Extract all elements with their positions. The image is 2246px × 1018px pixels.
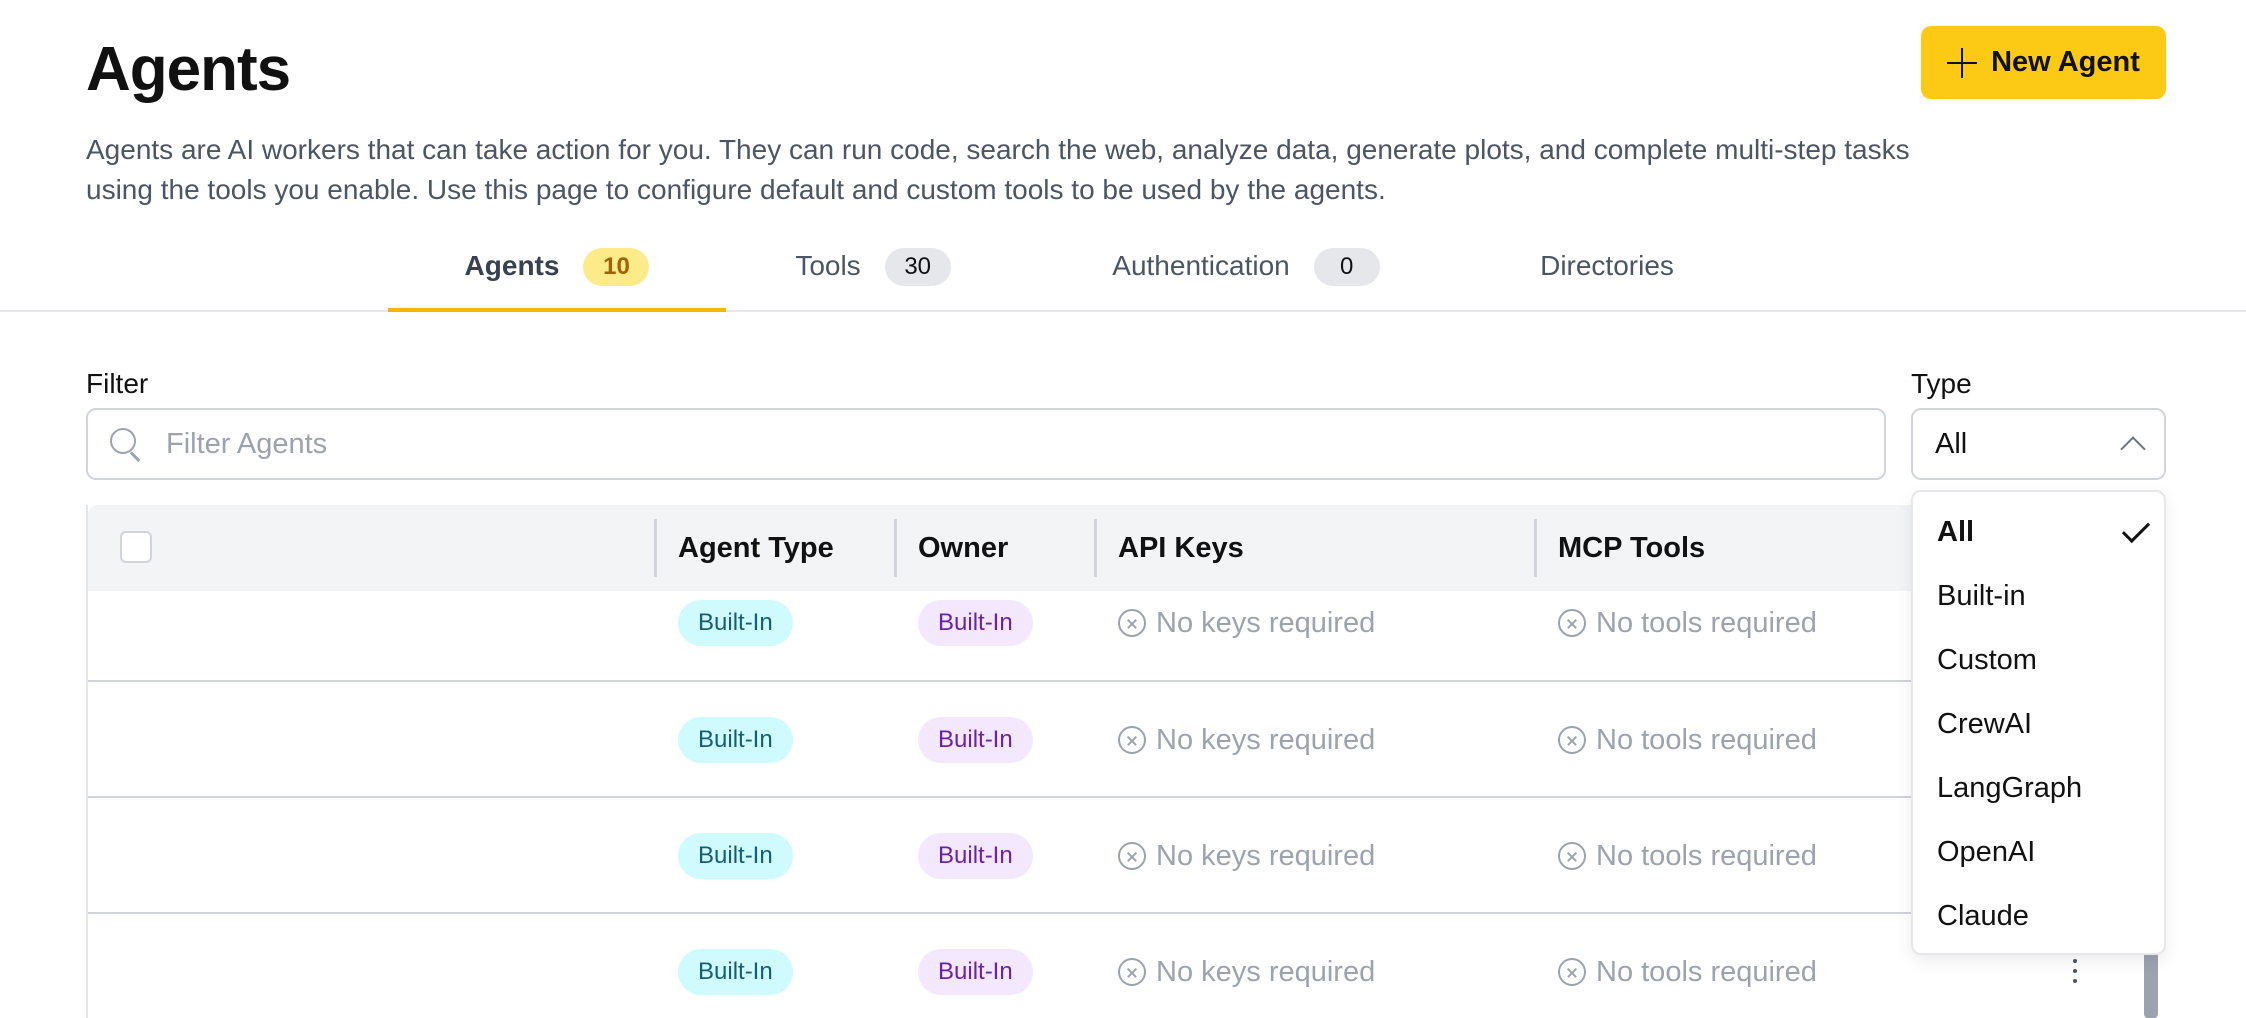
column-header-agent-type[interactable]: Agent Type bbox=[678, 505, 834, 591]
type-select[interactable]: All bbox=[1911, 408, 2166, 480]
type-option-all[interactable]: All bbox=[1937, 508, 2151, 556]
type-select-value: All bbox=[1935, 427, 1968, 460]
tab-agents-count: 10 bbox=[583, 248, 650, 286]
column-resize-handle[interactable] bbox=[1094, 519, 1097, 577]
owner-badge: Built-In bbox=[918, 949, 1033, 995]
type-option-custom[interactable]: Custom bbox=[1937, 636, 2147, 684]
tab-agents[interactable]: Agents 10 bbox=[388, 240, 726, 312]
type-option-label: LangGraph bbox=[1937, 771, 2083, 804]
plus-icon bbox=[1947, 47, 1978, 78]
x-circle-icon bbox=[1118, 842, 1146, 870]
column-header-api-keys[interactable]: API Keys bbox=[1118, 505, 1244, 591]
type-option-label: Custom bbox=[1937, 643, 2037, 676]
column-header-mcp-tools[interactable]: MCP Tools bbox=[1558, 505, 1705, 591]
filter-label: Filter bbox=[86, 368, 149, 399]
row-menu-icon[interactable] bbox=[2073, 959, 2079, 985]
mcp-tools-cell: No tools required bbox=[1558, 949, 1817, 995]
page-description: Agents are AI workers that can take acti… bbox=[86, 134, 1910, 205]
filter-input[interactable] bbox=[166, 427, 1766, 461]
agent-type-badge: Built-In bbox=[678, 949, 793, 995]
x-circle-icon bbox=[1558, 842, 1586, 870]
type-option-openai[interactable]: OpenAI bbox=[1937, 828, 2147, 876]
column-resize-handle[interactable] bbox=[654, 519, 657, 577]
select-all-checkbox[interactable] bbox=[120, 531, 152, 563]
tab-authentication-label: Authentication bbox=[1112, 250, 1290, 281]
tab-tools-count: 30 bbox=[884, 248, 951, 286]
new-agent-button[interactable]: New Agent bbox=[1921, 26, 2166, 99]
table-row[interactable]: Built-In Built-In No keys required No to… bbox=[88, 591, 2166, 682]
tab-directories-label: Directories bbox=[1540, 250, 1674, 281]
tab-directories[interactable]: Directories bbox=[1533, 240, 1681, 312]
api-keys-text: No keys required bbox=[1156, 955, 1376, 988]
table-row[interactable]: Built-In Built-In No keys required No to… bbox=[88, 914, 2166, 1018]
type-dropdown-menu: All Built-in Custom CrewAI LangGraph Ope… bbox=[1911, 490, 2166, 955]
mcp-tools-text: No tools required bbox=[1596, 723, 1817, 756]
owner-badge: Built-In bbox=[918, 717, 1033, 763]
check-icon bbox=[2121, 514, 2151, 544]
type-option-langgraph[interactable]: LangGraph bbox=[1937, 764, 2147, 812]
table-scrollbar[interactable] bbox=[2144, 945, 2158, 1018]
chevron-up-icon bbox=[2120, 436, 2146, 462]
type-label: Type bbox=[1911, 368, 1972, 399]
agent-type-badge: Built-In bbox=[678, 600, 793, 646]
api-keys-cell: No keys required bbox=[1118, 717, 1375, 763]
table-row[interactable]: Built-In Built-In No keys required No to… bbox=[88, 682, 2166, 798]
x-circle-icon bbox=[1118, 726, 1146, 754]
agents-table: Agent Type Owner API Keys MCP Tools Buil… bbox=[86, 505, 2166, 1018]
column-resize-handle[interactable] bbox=[1534, 519, 1537, 577]
x-circle-icon bbox=[1118, 958, 1146, 986]
api-keys-text: No keys required bbox=[1156, 839, 1376, 872]
tab-bar: Agents 10 Tools 30 Authentication 0 Dire… bbox=[0, 240, 2246, 312]
column-resize-handle[interactable] bbox=[894, 519, 897, 577]
mcp-tools-cell: No tools required bbox=[1558, 600, 1817, 646]
api-keys-cell: No keys required bbox=[1118, 949, 1375, 995]
tab-authentication[interactable]: Authentication 0 bbox=[1106, 240, 1386, 312]
agent-type-badge: Built-In bbox=[678, 833, 793, 879]
type-option-claude[interactable]: Claude bbox=[1937, 892, 2147, 940]
mcp-tools-text: No tools required bbox=[1596, 606, 1817, 639]
owner-badge: Built-In bbox=[918, 833, 1033, 879]
mcp-tools-cell: No tools required bbox=[1558, 717, 1817, 763]
mcp-tools-cell: No tools required bbox=[1558, 833, 1817, 879]
tab-agents-label: Agents bbox=[464, 250, 560, 281]
x-circle-icon bbox=[1118, 609, 1146, 637]
type-option-label: OpenAI bbox=[1937, 835, 2036, 868]
type-option-label: Built-in bbox=[1937, 579, 2026, 612]
tab-tools-label: Tools bbox=[795, 250, 861, 281]
mcp-tools-text: No tools required bbox=[1596, 955, 1817, 988]
new-agent-label: New Agent bbox=[1991, 46, 2140, 78]
x-circle-icon bbox=[1558, 958, 1586, 986]
x-circle-icon bbox=[1558, 726, 1586, 754]
api-keys-text: No keys required bbox=[1156, 606, 1376, 639]
x-circle-icon bbox=[1558, 609, 1586, 637]
api-keys-text: No keys required bbox=[1156, 723, 1376, 756]
mcp-tools-text: No tools required bbox=[1596, 839, 1817, 872]
table-row[interactable]: Built-In Built-In No keys required No to… bbox=[88, 798, 2166, 914]
tab-tools[interactable]: Tools 30 bbox=[788, 240, 958, 312]
type-option-label: CrewAI bbox=[1937, 707, 2033, 740]
table-header: Agent Type Owner API Keys MCP Tools bbox=[88, 505, 2166, 591]
type-option-crewai[interactable]: CrewAI bbox=[1937, 700, 2147, 748]
search-icon bbox=[108, 426, 144, 462]
type-option-label: Claude bbox=[1937, 899, 2029, 932]
filter-field bbox=[86, 408, 1886, 480]
api-keys-cell: No keys required bbox=[1118, 833, 1375, 879]
agent-type-badge: Built-In bbox=[678, 717, 793, 763]
type-option-built-in[interactable]: Built-in bbox=[1937, 572, 2147, 620]
column-header-owner[interactable]: Owner bbox=[918, 505, 1008, 591]
tab-authentication-count: 0 bbox=[1313, 248, 1380, 286]
owner-badge: Built-In bbox=[918, 600, 1033, 646]
type-option-label: All bbox=[1937, 515, 1975, 548]
page-title: Agents bbox=[86, 35, 291, 104]
api-keys-cell: No keys required bbox=[1118, 600, 1375, 646]
